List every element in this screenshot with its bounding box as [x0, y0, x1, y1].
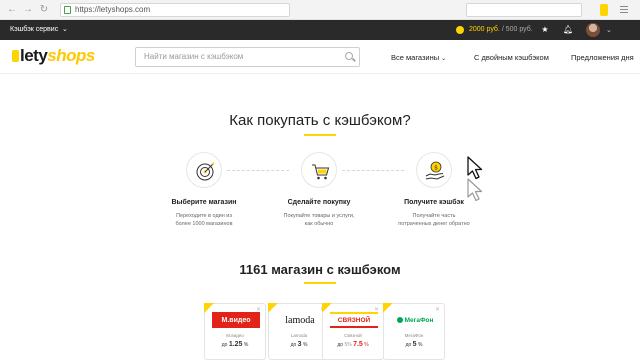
step-text-line: Покупайте товары и услуги, [283, 213, 355, 219]
store-name: Связной [344, 333, 362, 338]
chevron-down-icon[interactable]: ⌄ [62, 25, 68, 33]
lock-icon [64, 6, 71, 14]
title-underline [304, 282, 336, 284]
site-header: letyshops Найти магазин с кэшбэком Все м… [0, 40, 640, 74]
target-icon [186, 152, 222, 188]
store-card-mvideo[interactable]: ✕ М.видео М.видео до 1.25 % [204, 303, 266, 360]
title-underline [304, 134, 336, 136]
balance[interactable]: 2000 руб. / 500 руб. [469, 26, 533, 33]
mouse-cursor-shadow-icon [467, 178, 483, 202]
nav-daily-deals[interactable]: Предложения дня [571, 53, 634, 62]
nav-all-stores-label: Все магазины [391, 53, 440, 62]
megafon-logo-icon [396, 317, 403, 323]
step-text-line: потраченных денег обратно [398, 221, 470, 227]
step-text-line: Получайте часть [412, 213, 456, 219]
svg-text:$: $ [434, 165, 438, 172]
site-logo[interactable]: letyshops [12, 46, 95, 66]
forward-icon[interactable]: → [22, 4, 34, 16]
cashback-value: 1.25 [228, 341, 243, 348]
cashback-unit: % [302, 342, 308, 348]
browser-search-field[interactable] [466, 3, 582, 17]
bell-icon[interactable]: 🔔︎ [563, 25, 573, 35]
star-icon[interactable]: ★ [540, 25, 550, 35]
store-logo: lamoda [285, 314, 315, 326]
store-cashback: до 5% 7.5 % [323, 341, 383, 348]
stores-count-title: 1161 магазин с кэшбэком [239, 262, 401, 277]
store-cashback: до 1.25 % [205, 341, 265, 348]
extension-icon[interactable] [600, 4, 608, 16]
browser-toolbar: ← → ↻ https://letyshops.com [0, 0, 640, 20]
step-title: Выберите магазин [171, 199, 237, 206]
store-card-svyaznoy[interactable]: ✕ СВЯЗНОЙ Связной до 5% 7.5 % [322, 303, 384, 360]
avatar[interactable] [586, 23, 600, 37]
step-text: Покупайте товары и услуги, как обычно [254, 212, 384, 228]
cart-icon [301, 152, 337, 188]
step-text-line: как обычно [304, 221, 334, 227]
store-logo: МегаФон [391, 312, 439, 328]
store-name: МегаФон [404, 333, 424, 338]
store-search-input[interactable]: Найти магазин с кэшбэком [135, 47, 360, 67]
step-text-line: Переходите в один из [176, 213, 232, 219]
step-choose-store: Выберите магазин Переходите в один из бол… [139, 152, 269, 228]
cashback-unit: % [364, 342, 369, 348]
chevron-down-icon[interactable]: ⌄ [606, 26, 612, 34]
store-card-megafon[interactable]: ✕ МегаФон МегаФон до 5 % [383, 303, 445, 360]
logo-mark-icon [12, 50, 19, 62]
step-make-purchase: Сделайте покупку Покупайте товары и услу… [254, 152, 384, 228]
service-menu-label[interactable]: Кэшбэк сервис [10, 26, 58, 33]
cashback-value: 7.5 [353, 341, 363, 348]
cashback-value: 5 [412, 341, 417, 348]
store-name: М.видео [226, 333, 244, 338]
chevron-down-icon: ⌄ [441, 56, 447, 62]
step-title: Сделайте покупку [287, 199, 351, 206]
nav-double-cashback[interactable]: С двойным кэшбэком [474, 53, 549, 62]
cashback-unit: % [243, 342, 249, 348]
reload-icon[interactable]: ↻ [38, 4, 50, 16]
store-card-lamoda[interactable]: ✕ lamoda Lamoda до 3 % [268, 303, 330, 360]
store-logo-text: МегаФон [404, 316, 434, 324]
balance-amount: 2000 руб. [469, 26, 500, 33]
coin-icon [456, 26, 464, 34]
store-cashback: до 5 % [384, 341, 444, 348]
store-name: Lamoda [290, 333, 308, 338]
store-logo: М.видео [212, 312, 260, 328]
logo-text-main: lety [20, 46, 48, 65]
cashback-unit: % [417, 342, 423, 348]
cashback-prefix: до [290, 342, 297, 348]
store-cashback: до 3 % [269, 341, 329, 348]
mouse-cursor-icon [467, 156, 483, 180]
cashback-value: 3 [297, 341, 302, 348]
cashback-prefix: до [337, 342, 344, 348]
balance-pending: 500 руб. [505, 26, 533, 33]
browser-menu-icon[interactable] [620, 6, 628, 14]
nav-all-stores[interactable]: Все магазины ⌄ [391, 53, 446, 62]
search-placeholder: Найти магазин с кэшбэком [144, 52, 244, 61]
how-it-works-title: Как покупать с кэшбэком? [229, 112, 411, 129]
back-icon[interactable]: ← [6, 4, 18, 16]
cashback-prefix: до [221, 342, 228, 348]
step-text-line: более 1000 магазинов [175, 221, 233, 227]
coin-hand-icon: $ [416, 152, 452, 188]
cashback-old-value: 5% [344, 342, 352, 348]
step-text: Получайте часть потраченных денег обратно [369, 212, 499, 228]
address-bar[interactable]: https://letyshops.com [60, 3, 290, 17]
store-logo: СВЯЗНОЙ [330, 312, 378, 328]
search-icon[interactable] [345, 52, 353, 60]
step-text: Переходите в один из более 1000 магазинов [139, 212, 269, 228]
address-url: https://letyshops.com [75, 5, 151, 14]
cashback-prefix: до [405, 342, 412, 348]
service-bar: Кэшбэк сервис ⌄ 2000 руб. / 500 руб. ★ 🔔… [0, 20, 640, 40]
logo-text-accent: shops [47, 46, 95, 65]
